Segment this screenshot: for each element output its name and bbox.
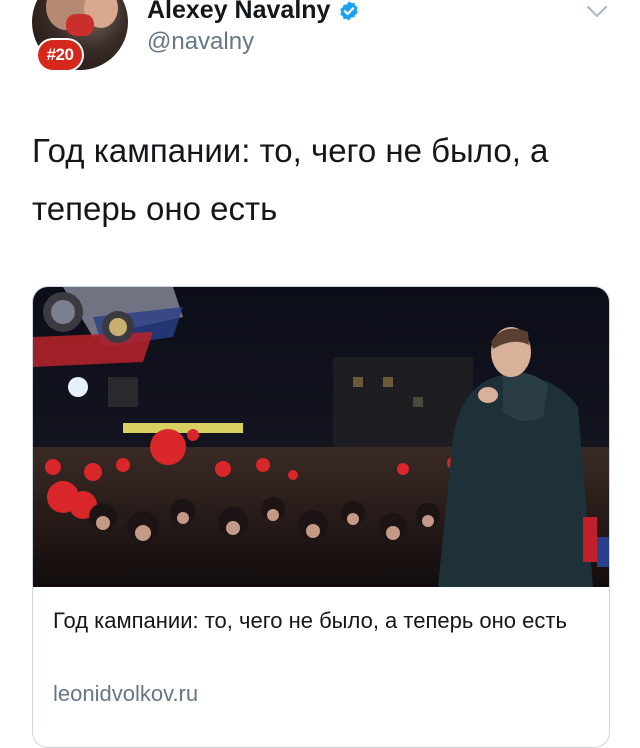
author-handle[interactable]: @navalny	[147, 28, 254, 56]
tweet-text: Год кампании: то, чего не было, а теперь…	[32, 132, 549, 227]
link-card-domain[interactable]: leonidvolkov.ru	[53, 681, 198, 707]
link-card-title[interactable]: Год кампании: то, чего не было, а теперь…	[53, 605, 573, 637]
link-card-image[interactable]	[33, 287, 609, 587]
link-card[interactable]: Год кампании: то, чего не было, а теперь…	[32, 286, 610, 748]
verified-badge-icon	[340, 0, 359, 21]
author-display-name[interactable]: Alexey Navalny	[147, 0, 330, 25]
avatar-glove	[66, 14, 94, 36]
chevron-down-icon[interactable]	[585, 4, 609, 20]
author-name-row[interactable]: Alexey Navalny	[147, 0, 360, 25]
avatar-badge: #20	[38, 40, 82, 70]
